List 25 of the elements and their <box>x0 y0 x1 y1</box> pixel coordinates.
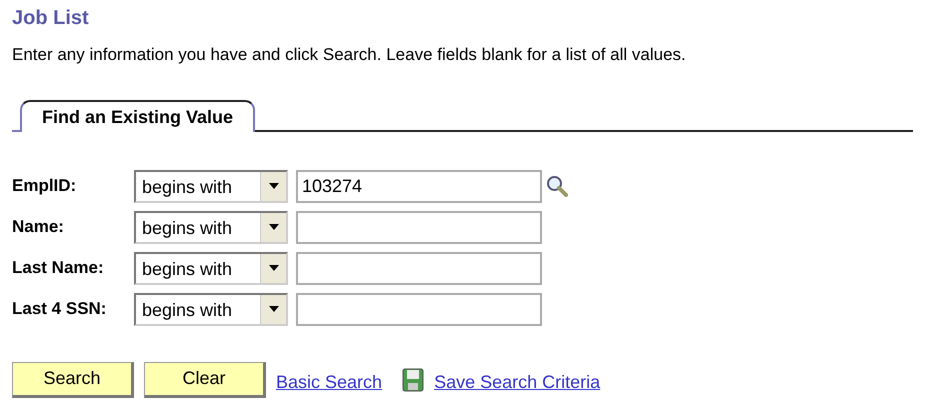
action-button[interactable]: Clear <box>144 362 266 398</box>
operator-dropdown[interactable]: begins with <box>134 252 288 284</box>
operator-dropdown[interactable]: begins with <box>134 170 288 202</box>
input-field[interactable] <box>296 210 542 244</box>
operator-dropdown[interactable]: begins with <box>134 210 288 244</box>
action-button[interactable]: Search <box>12 362 134 398</box>
input-field[interactable] <box>296 252 542 284</box>
caret-icon <box>268 183 278 189</box>
save-icon[interactable] <box>402 368 424 392</box>
input-field[interactable] <box>296 292 542 326</box>
field-label: EmplID: <box>12 175 78 198</box>
search-icon[interactable] <box>546 175 568 197</box>
field-label: Last 4 SSN: <box>12 298 108 320</box>
field-label: Last Name: <box>12 257 105 280</box>
caret-icon <box>268 224 278 230</box>
instructions-text: Enter any information you have and click Search. Leave fields blank for a list of all values. <box>12 44 687 66</box>
caret-icon <box>268 306 278 312</box>
operator-dropdown[interactable]: begins with <box>134 292 288 326</box>
caret-icon <box>268 265 278 271</box>
link[interactable]: Basic Search <box>276 369 382 396</box>
field-label: Name: <box>12 216 65 238</box>
input-field[interactable]: 103274 <box>296 170 542 202</box>
page-title: Job List <box>12 6 90 30</box>
link[interactable]: Save Search Criteria <box>434 369 600 396</box>
tab[interactable]: Find an Existing Value <box>20 100 256 132</box>
